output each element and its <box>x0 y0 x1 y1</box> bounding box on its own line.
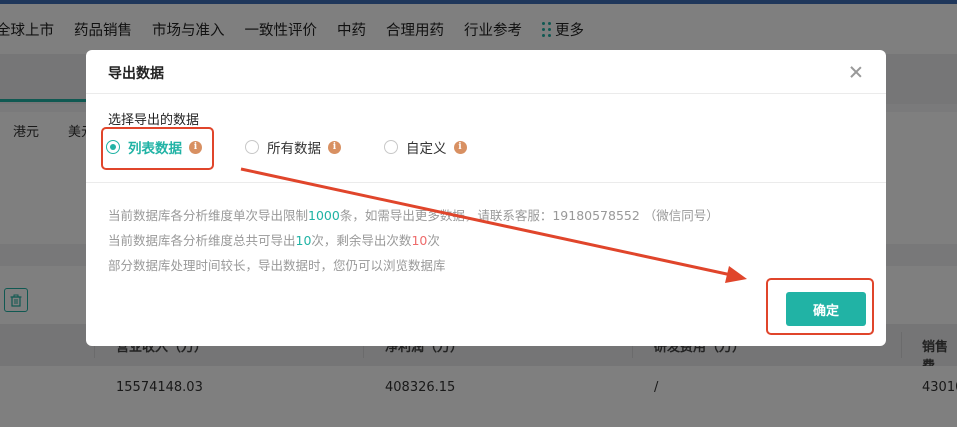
info-icon[interactable]: i <box>189 140 202 154</box>
info-icon[interactable]: i <box>328 140 341 154</box>
export-section-label: 选择导出的数据 <box>108 113 200 128</box>
radio-custom-label: 自定义 <box>406 141 447 157</box>
confirm-button[interactable]: 确定 <box>786 292 866 326</box>
processing-time-note: 部分数据库处理时间较长，导出数据时，您仍可以浏览数据库 <box>108 258 446 273</box>
export-data-dialog: 导出数据 选择导出的数据 列表数据 i 所有数据 i 自定义 i 当前数据库各分… <box>86 50 886 346</box>
close-icon[interactable] <box>848 64 864 80</box>
dialog-header-divider <box>86 93 886 94</box>
export-remaining-value: 10 <box>411 233 428 248</box>
dialog-title: 导出数据 <box>108 66 164 82</box>
note-text: 条，如需导出更多数据，请联系客服：19180578552 （微信同号） <box>339 208 719 223</box>
export-limit-note: 当前数据库各分析维度单次导出限制1000条，如需导出更多数据，请联系客服：191… <box>108 205 719 224</box>
export-limit-value: 1000 <box>308 208 340 223</box>
radio-circle <box>384 140 398 154</box>
radio-list-data[interactable]: 列表数据 i <box>106 137 202 157</box>
note-text: 当前数据库各分析维度总共可导出 <box>108 233 296 248</box>
dialog-body-divider <box>86 182 886 183</box>
radio-list-data-label: 列表数据 <box>128 141 182 157</box>
radio-circle <box>106 140 120 154</box>
note-text: 次，剩余导出次数 <box>311 233 412 248</box>
radio-all-data[interactable]: 所有数据 i <box>245 137 341 157</box>
radio-custom[interactable]: 自定义 i <box>384 137 467 157</box>
info-icon[interactable]: i <box>453 140 467 154</box>
note-text: 次 <box>427 233 440 248</box>
note-text: 当前数据库各分析维度单次导出限制 <box>108 208 309 223</box>
export-total-value: 10 <box>295 233 312 248</box>
radio-all-data-label: 所有数据 <box>267 141 321 157</box>
export-count-note: 当前数据库各分析维度总共可导出10次，剩余导出次数10次 <box>108 230 440 249</box>
radio-circle <box>245 140 259 154</box>
